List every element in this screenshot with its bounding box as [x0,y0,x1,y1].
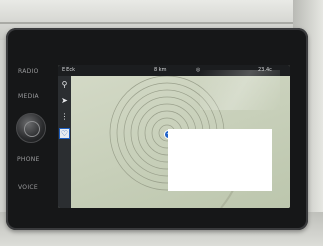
status-left-text: E Eck [62,67,75,73]
redaction-box [168,129,272,191]
volume-knob[interactable] [16,113,46,143]
favourite-heart-icon[interactable]: ♡ [59,128,70,139]
search-icon[interactable]: ⚲ [59,79,70,90]
radio-button[interactable]: RADIO [18,68,39,75]
volume-knob-ring [24,121,40,137]
media-button[interactable]: MEDIA [18,93,39,100]
scene: RADIO MEDIA PHONE VOICE E Eck 8 km ◎ 23.… [0,0,323,246]
status-scale-text: 8 km [154,67,167,73]
phone-button[interactable]: PHONE [17,156,40,163]
voice-button[interactable]: VOICE [18,184,38,191]
map-side-panel: ⚲ ➤ ⋮ ♡ [58,76,71,208]
more-icon[interactable]: ⋮ [59,111,70,122]
trim-seam [0,22,323,24]
screen-glare [200,70,280,110]
route-icon[interactable]: ➤ [59,95,70,106]
